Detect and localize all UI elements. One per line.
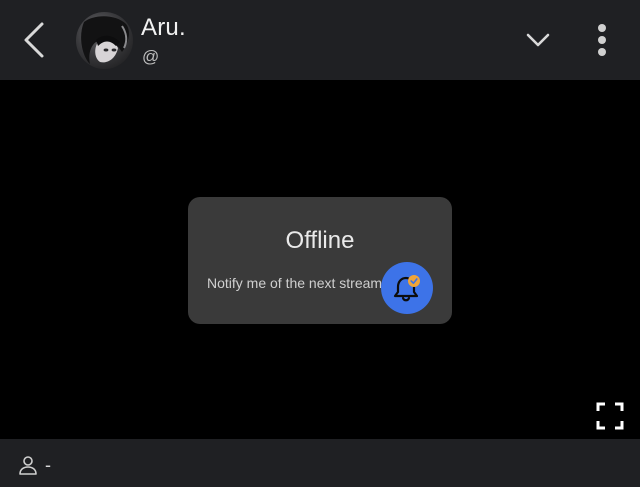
more-options-button[interactable] xyxy=(588,18,616,62)
fullscreen-button[interactable] xyxy=(596,402,624,430)
avatar[interactable] xyxy=(76,12,133,69)
back-button[interactable] xyxy=(14,18,54,62)
viewer-count: - xyxy=(45,455,51,475)
notify-button[interactable] xyxy=(381,262,433,314)
fullscreen-icon xyxy=(596,402,624,430)
notify-label: Notify me of the next stream xyxy=(207,275,383,291)
channel-handle: @ xyxy=(142,47,160,66)
avatar-image xyxy=(81,16,129,64)
user-icon xyxy=(19,456,37,475)
offline-status-title: Offline xyxy=(285,227,355,254)
collapse-button[interactable] xyxy=(520,22,556,58)
chevron-down-icon xyxy=(526,33,550,47)
offline-card: Offline Notify me of the next stream xyxy=(188,197,452,324)
bottom-bar xyxy=(0,439,640,487)
stream-screen: Aru. @ Offline Notify me of the next str… xyxy=(0,0,640,487)
more-vertical-icon xyxy=(598,24,606,56)
bell-check-icon xyxy=(393,275,420,302)
top-bar: Aru. @ xyxy=(0,0,640,80)
chevron-left-icon xyxy=(24,22,44,58)
channel-name: Aru. xyxy=(141,14,186,41)
